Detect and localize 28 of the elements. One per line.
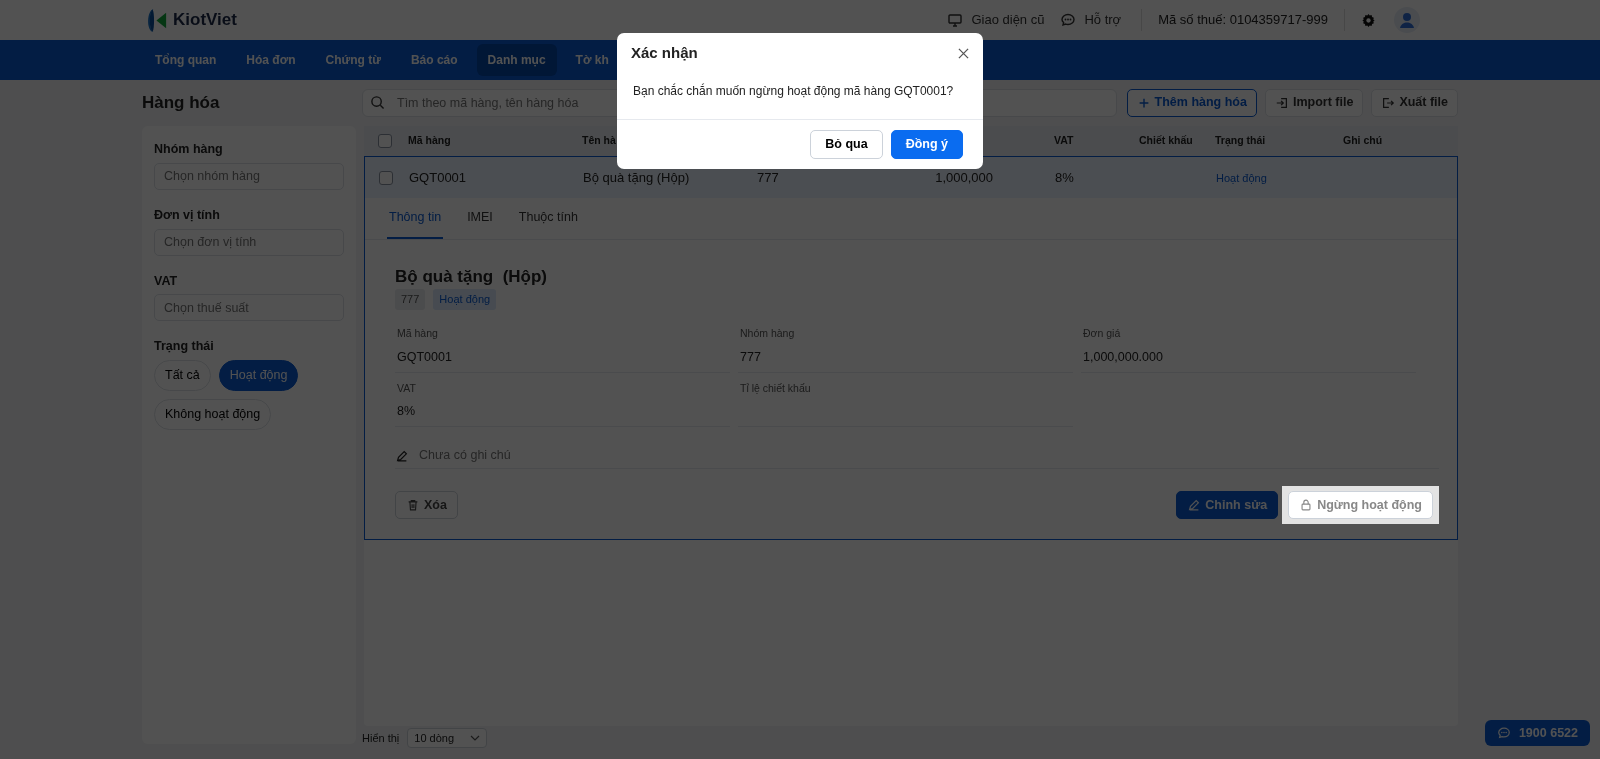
column-header: Mã hàng — [408, 134, 451, 147]
logo-text: KiotViet — [173, 9, 237, 32]
table-cell: 8% — [1055, 169, 1074, 185]
dialog-message: Bạn chắc chắn muốn ngừng hoạt động mã hàng GQT0001? — [633, 84, 954, 98]
column-header: Trạng thái — [1215, 134, 1266, 147]
field-value: GQT0001 — [397, 349, 452, 364]
filter-label: Nhóm hàng — [154, 141, 224, 158]
filter-label: Trạng thái — [154, 338, 215, 356]
field-value: 1,000,000.000 — [1083, 349, 1163, 364]
dialog-title: Xác nhận — [631, 42, 698, 63]
column-header: VAT — [1054, 134, 1074, 147]
column-header: Ghi chú — [1343, 134, 1383, 147]
column-header: Tên hà — [582, 134, 616, 147]
page-title: Hàng hóa — [142, 92, 220, 112]
column-header: Chiết khấu — [1139, 134, 1193, 147]
page-size-label: Hiển thị — [362, 730, 400, 746]
tax-code: Mã số thuế: 0104359717-999 — [1158, 11, 1328, 30]
table-cell: Bộ quà tặng (Hộp) — [583, 169, 690, 185]
filter-label: VAT — [154, 272, 179, 290]
table-cell: 777 — [757, 169, 779, 185]
filter-label: Đơn vị tính — [154, 206, 221, 224]
table-cell: GQT0001 — [409, 169, 467, 185]
table-cell: Hoạt động — [1216, 171, 1267, 184]
field-value: 777 — [740, 349, 761, 364]
table-cell: 1,000,000 — [935, 169, 993, 185]
product-title: Bộ quà tặng (Hộp) — [395, 266, 548, 286]
field-value: 8% — [397, 404, 416, 419]
tag: Hoạt động — [433, 289, 497, 310]
